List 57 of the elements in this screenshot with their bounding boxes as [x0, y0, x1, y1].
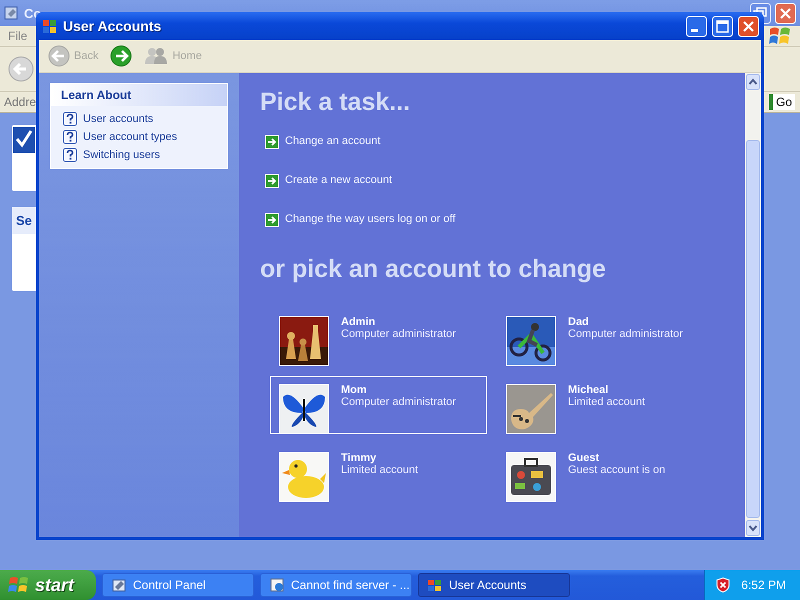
- account-tile[interactable]: Dad Computer administrator: [497, 308, 714, 366]
- panel-heading: Learn About: [51, 84, 227, 106]
- forward-icon: [110, 45, 132, 67]
- window-title: User Accounts: [63, 18, 162, 34]
- control-panel-icon: [4, 5, 20, 21]
- scroll-up-icon[interactable]: [746, 74, 760, 90]
- go-button[interactable]: Go: [768, 94, 795, 110]
- account-type: Limited account: [341, 464, 418, 476]
- close-icon[interactable]: [775, 2, 796, 24]
- account-name: Guest: [568, 452, 600, 464]
- account-name: Micheal: [568, 384, 610, 396]
- help-link[interactable]: User account types: [83, 131, 178, 143]
- help-icon: [63, 148, 77, 162]
- account-name: Mom: [341, 384, 368, 396]
- account-tile[interactable]: Mom Computer administrator: [270, 376, 487, 434]
- clock: 6:52 PM: [741, 578, 786, 592]
- account-tile[interactable]: Admin Computer administrator: [270, 308, 487, 366]
- help-icon: [63, 112, 77, 126]
- account-tile[interactable]: Micheal Limited account: [497, 376, 714, 434]
- shield-icon[interactable]: [715, 577, 732, 593]
- scrollbar[interactable]: [745, 73, 761, 537]
- account-type: Computer administrator: [568, 328, 683, 340]
- section-heading: or pick an account to change: [260, 254, 607, 284]
- taskbar-button[interactable]: Control Panel: [102, 573, 254, 597]
- help-icon: [63, 130, 77, 144]
- account-type: Guest account is on: [568, 464, 666, 476]
- arrow-icon: [265, 134, 279, 148]
- close-icon[interactable]: [738, 16, 759, 36]
- section-heading: Pick a task...: [260, 87, 412, 117]
- task-link[interactable]: Change the way users log on or off: [285, 211, 456, 228]
- browser-page-icon: [269, 577, 285, 593]
- address-label: Addre: [4, 95, 36, 109]
- account-name: Admin: [341, 316, 376, 328]
- task-link[interactable]: Create a new account: [285, 172, 392, 189]
- minimize-icon[interactable]: [686, 16, 707, 36]
- help-link[interactable]: User accounts: [83, 113, 154, 125]
- account-type: Limited account: [568, 396, 646, 408]
- account-tile[interactable]: Guest Guest account is on: [497, 444, 714, 502]
- windows-logo-icon: [8, 575, 30, 595]
- account-tile[interactable]: Timmy Limited account: [270, 444, 487, 502]
- taskbar-button[interactable]: User Accounts: [418, 573, 570, 597]
- task-link[interactable]: Change an account: [285, 133, 380, 150]
- menu-item[interactable]: File: [8, 29, 28, 43]
- arrow-icon: [265, 174, 279, 188]
- account-type: Computer administrator: [341, 328, 456, 340]
- windows-logo-icon: [768, 25, 792, 47]
- maximize-icon[interactable]: [712, 16, 733, 36]
- back-icon: [48, 45, 70, 67]
- account-type: Computer administrator: [341, 396, 456, 408]
- scroll-down-icon[interactable]: [746, 520, 760, 536]
- account-name: Timmy: [341, 452, 378, 464]
- account-name: Dad: [568, 316, 590, 328]
- taskbar-button[interactable]: Cannot find server - ...: [260, 573, 412, 597]
- start-button[interactable]: start: [0, 570, 96, 600]
- help-link[interactable]: Switching users: [83, 149, 160, 161]
- arrow-icon: [265, 212, 279, 226]
- control-panel-icon: [111, 577, 127, 593]
